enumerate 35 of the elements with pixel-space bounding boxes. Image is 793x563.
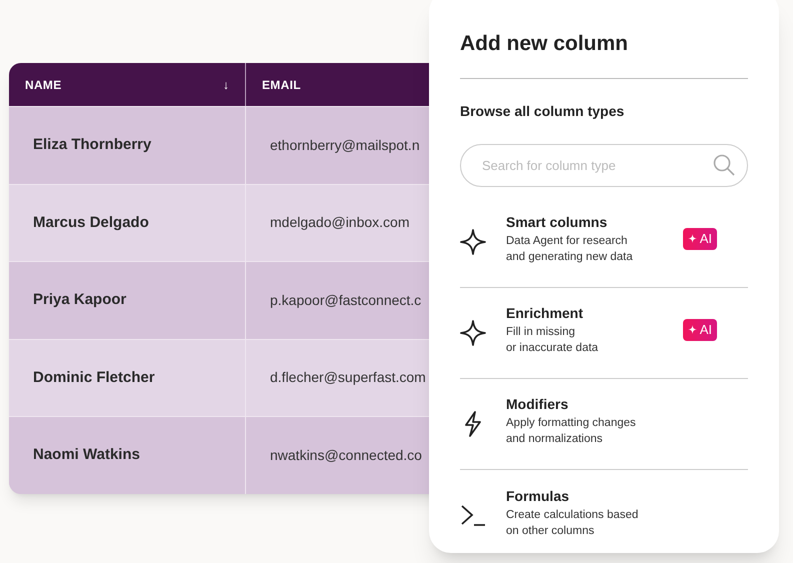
option-title: Smart columns [506,213,608,232]
column-type-option[interactable]: Smart columns Data Agent for research and generating new data AI [460,196,748,288]
table-cell-text: nwatkins@connected.co [270,446,422,465]
column-header[interactable]: EMAIL [262,76,301,94]
table-cell-text: Dominic Fletcher [33,368,155,388]
table-cell-text: Eliza Thornberry [33,135,152,155]
search-field[interactable]: Search for column type [460,144,748,186]
column-type-option[interactable]: Enrichment Fill in missing or inaccurate data AI [460,288,748,378]
option-title: Formulas [506,486,570,506]
sparkle-icon [460,320,486,346]
badge-label: AI [700,320,712,339]
table-cell-text: p.kapoor@fastconnect.c [270,290,422,310]
table-cell-text: d.flecher@superfast.com [270,368,426,388]
option-title: Modifiers [506,395,570,414]
option-description: Create calculations based on other columns [506,508,640,538]
sparkle-icon [688,234,697,243]
table-cell-text: Naomi Watkins [33,445,140,465]
table-cell-text: ethornberry@mailspot.n [270,136,420,155]
section-heading: Browse all column types [460,102,626,121]
panel-title: Add new column [460,28,748,78]
option-description: Fill in missing or inaccurate data [506,325,600,356]
column-type-option[interactable]: Modifiers Apply formatting changes and normalizations [460,378,748,470]
column-header[interactable]: NAME [25,76,62,94]
table-cell-text: Marcus Delgado [33,212,149,232]
badge-label: AI [700,230,712,248]
column-type-option[interactable]: Formulas Create calculations based on other columns [460,470,748,560]
option-description: Apply formatting changes and normalizations [506,416,637,447]
table-cell-text: Priya Kapoor [33,290,126,310]
option-description: Data Agent for research and generating new data [506,234,634,265]
option-title: Enrichment [506,304,584,323]
sparkle-icon [460,228,486,254]
search-icon[interactable] [713,154,735,176]
sort-arrow[interactable]: ↓ [223,76,229,94]
table-cell-text: mdelgado@inbox.com [270,213,410,232]
sparkle-icon [688,325,697,334]
